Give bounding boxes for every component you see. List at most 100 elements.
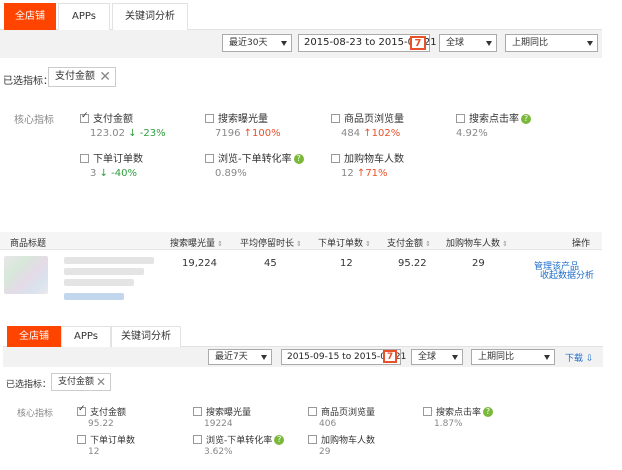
- column-header-cart[interactable]: 加购物车人数 ⇕: [446, 236, 508, 249]
- metric-name-row: 浏览-下单转化率?: [205, 150, 304, 165]
- metric-search-exposure[interactable]: 搜索曝光量 19224: [193, 405, 251, 429]
- checkbox[interactable]: [205, 154, 214, 163]
- metric-delta: 102%: [371, 128, 401, 139]
- blurred-title-line: [64, 279, 134, 286]
- metric-name-row: 浏览-下单转化率?: [193, 433, 285, 446]
- checkbox[interactable]: [423, 407, 432, 416]
- metric-name-row: 加购物车人数: [308, 433, 375, 446]
- tab-keyword-analysis[interactable]: 关键词分析: [111, 326, 181, 347]
- metric-value: 406: [319, 419, 337, 429]
- help-icon[interactable]: ?: [293, 154, 304, 164]
- tab-all-store[interactable]: 全店铺: [7, 326, 61, 347]
- metric-value: 484: [341, 128, 361, 139]
- metric-add-to-cart-users[interactable]: 加购物车人数 12 ↑71%: [331, 150, 404, 179]
- sort-icon: ⇕: [296, 240, 302, 248]
- checkbox[interactable]: [331, 154, 340, 163]
- close-icon[interactable]: ✕: [96, 374, 106, 390]
- column-header-actions: 操作: [572, 239, 591, 249]
- metric-product-page-views[interactable]: 商品页浏览量 406: [308, 405, 375, 429]
- metric-search-exposure[interactable]: 搜索曝光量 7196 ↑100%: [205, 110, 281, 139]
- chevron-down-icon: [261, 355, 267, 360]
- period-select[interactable]: 最近7天: [208, 349, 272, 365]
- metric-value-row: 4.92%: [456, 128, 531, 139]
- tab-all-store[interactable]: 全店铺: [4, 3, 56, 30]
- checkbox[interactable]: [331, 114, 340, 123]
- metric-name-row: 搜索曝光量: [205, 110, 281, 125]
- column-header-exposure[interactable]: 搜索曝光量 ⇕: [170, 236, 223, 249]
- product-thumbnail[interactable]: [4, 256, 48, 294]
- selected-metric-chip-label: 支付金额: [58, 377, 95, 387]
- compare-select-value: 上期同比: [478, 352, 515, 362]
- help-icon[interactable]: ?: [521, 114, 531, 124]
- checkbox[interactable]: [308, 407, 317, 416]
- column-header-orders[interactable]: 下单订单数 ⇕: [318, 236, 371, 249]
- calendar-icon[interactable]: 7: [383, 350, 397, 363]
- cell-cart: 29: [472, 258, 485, 269]
- checkbox[interactable]: [205, 114, 214, 123]
- help-icon[interactable]: ?: [274, 435, 285, 445]
- column-header-label: 平均停留时长: [240, 239, 295, 249]
- cell-payment: 95.22: [398, 258, 427, 269]
- checkbox[interactable]: [456, 114, 465, 123]
- metric-name: 商品页浏览量: [321, 408, 376, 418]
- metric-view-order-conversion[interactable]: 浏览-下单转化率? 3.62%: [193, 433, 285, 457]
- metric-add-to-cart-users[interactable]: 加购物车人数 29: [308, 433, 375, 457]
- metric-value: 12: [88, 447, 100, 457]
- checkbox[interactable]: [193, 435, 202, 444]
- metric-name: 加购物车人数: [321, 436, 376, 446]
- download-link[interactable]: 下载 ⇩: [565, 351, 593, 364]
- checkbox-checked[interactable]: [80, 111, 89, 123]
- product-table-header: 商品标题 搜索曝光量 ⇕ 平均停留时长 ⇕ 下单订单数 ⇕ 支付金额 ⇕ 加购物车人数 ⇕…: [0, 232, 602, 250]
- checkbox-checked[interactable]: [77, 404, 86, 416]
- compare-select[interactable]: 上期同比: [471, 349, 555, 365]
- metric-payment-amount[interactable]: 支付金额 123.02 ↓ -23%: [80, 110, 166, 139]
- region-select[interactable]: 全球: [439, 34, 497, 52]
- checkbox[interactable]: [80, 154, 89, 163]
- metric-name: 浏览-下单转化率: [206, 436, 273, 446]
- collapse-analysis-link[interactable]: 收起数据分析: [540, 268, 594, 281]
- metric-search-ctr[interactable]: 搜索点击率? 4.92%: [456, 110, 531, 139]
- metric-delta: -40%: [111, 168, 137, 179]
- date-range-input[interactable]: 2015-09-15 to 2015-09-21 7: [281, 349, 406, 365]
- column-header-title: 商品标题: [10, 239, 47, 249]
- metric-name: 搜索点击率: [469, 114, 519, 125]
- checkbox[interactable]: [308, 435, 317, 444]
- period-select-value: 最近30天: [229, 38, 268, 48]
- period-select[interactable]: 最近30天: [222, 34, 292, 52]
- tab-keyword-analysis[interactable]: 关键词分析: [112, 3, 188, 30]
- column-header-payment[interactable]: 支付金额 ⇕: [387, 236, 431, 249]
- metric-name: 搜索点击率: [436, 408, 482, 418]
- compare-select[interactable]: 上期同比: [505, 34, 598, 52]
- tab-apps[interactable]: APPs: [58, 3, 110, 30]
- checkbox[interactable]: [193, 407, 202, 416]
- metric-orders[interactable]: 下单订单数 3 ↓ -40%: [80, 150, 143, 179]
- metric-view-order-conversion[interactable]: 浏览-下单转化率? 0.89%: [205, 150, 304, 179]
- download-icon: ⇩: [585, 354, 594, 364]
- metric-name: 加购物车人数: [344, 154, 404, 165]
- column-header-label: 下单订单数: [318, 239, 364, 249]
- region-select[interactable]: 全球: [411, 349, 463, 365]
- tab-apps[interactable]: APPs: [61, 326, 111, 347]
- blurred-product-link[interactable]: [64, 293, 124, 300]
- metric-product-page-views[interactable]: 商品页浏览量 484 ↑102%: [331, 110, 404, 139]
- selected-metric-chip-label: 支付金额: [55, 71, 95, 82]
- date-range-input[interactable]: 2015-08-23 to 2015-09-21 7: [298, 34, 437, 52]
- cell-orders: 12: [340, 258, 353, 269]
- cell-avg-stay: 45: [264, 258, 277, 269]
- metric-name-row: 商品页浏览量: [331, 110, 404, 125]
- metric-name: 下单订单数: [93, 154, 143, 165]
- metric-delta: 71%: [365, 168, 388, 179]
- arrow-up-icon: ↑: [243, 128, 253, 139]
- calendar-icon[interactable]: 7: [410, 36, 426, 50]
- metric-value-row: 123.02 ↓ -23%: [80, 128, 166, 139]
- metric-name: 下单订单数: [90, 436, 136, 446]
- metric-payment-amount[interactable]: 支付金额 95.22: [77, 404, 126, 429]
- help-icon[interactable]: ?: [483, 407, 494, 417]
- column-header-avg-stay[interactable]: 平均停留时长 ⇕: [240, 236, 302, 249]
- metric-orders[interactable]: 下单订单数 12: [77, 433, 135, 457]
- checkbox[interactable]: [77, 435, 86, 444]
- selected-metrics-label: 已选指标：: [3, 76, 53, 87]
- metric-search-ctr[interactable]: 搜索点击率? 1.87%: [423, 405, 494, 429]
- close-icon[interactable]: ✕: [99, 68, 111, 86]
- metric-value-row: 0.89%: [205, 168, 304, 179]
